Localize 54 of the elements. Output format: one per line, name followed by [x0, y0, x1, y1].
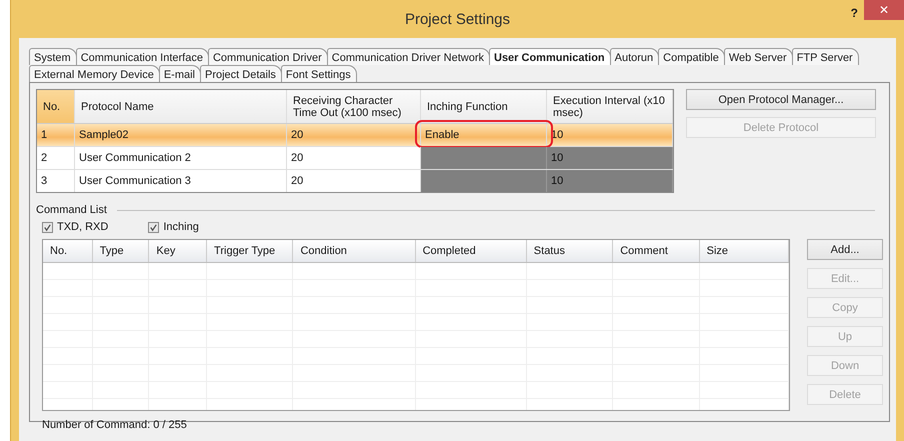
tab[interactable]: FTP Server: [792, 48, 859, 65]
checkbox-box[interactable]: [148, 222, 160, 232]
table-cell: 10: [547, 147, 673, 169]
column-header[interactable]: Comment: [613, 240, 700, 262]
tab[interactable]: User Communication: [489, 48, 611, 65]
tab[interactable]: System: [29, 48, 77, 65]
table-cell: User Communication 3: [75, 170, 287, 192]
tab[interactable]: Compatible: [658, 48, 725, 65]
tab[interactable]: Autorun: [610, 48, 660, 65]
table-cell: 10: [547, 170, 673, 192]
table-cell: 20: [287, 124, 421, 146]
column-header[interactable]: Trigger Type: [207, 240, 294, 262]
column-header[interactable]: Status: [526, 240, 614, 262]
check-icon: [43, 222, 52, 232]
command-button[interactable]: Add...: [807, 239, 883, 260]
command-count: Number of Command: 0 / 255: [42, 419, 188, 431]
table-cell: Enable: [421, 124, 547, 146]
checkbox-label: Inching: [163, 221, 199, 233]
column-header[interactable]: No.: [37, 90, 75, 123]
tab[interactable]: Web Server: [724, 48, 793, 65]
tab[interactable]: Communication Driver Network: [326, 48, 490, 65]
tab[interactable]: Font Settings: [280, 65, 357, 82]
checkbox-label: TXD, RXD: [57, 221, 108, 233]
tab[interactable]: E-mail: [158, 65, 201, 82]
column-header[interactable]: Size: [700, 240, 789, 262]
table-cell: 2: [37, 147, 75, 169]
checkbox[interactable]: Inching: [148, 221, 199, 233]
column-header[interactable]: Key: [149, 240, 208, 262]
column-header[interactable]: Protocol Name: [75, 90, 287, 123]
column-header[interactable]: Inching Function: [421, 90, 547, 123]
table-cell: 1: [37, 124, 75, 146]
column-header[interactable]: Completed: [416, 240, 527, 262]
column-header[interactable]: Type: [92, 240, 150, 262]
table-cell: Sample02: [75, 124, 287, 146]
checkbox[interactable]: TXD, RXD: [42, 221, 108, 233]
checkbox-box[interactable]: [42, 222, 53, 232]
column-header[interactable]: Receiving Character Time Out (x100 msec): [287, 90, 421, 123]
tab[interactable]: Communication Interface: [76, 48, 209, 65]
column-header[interactable]: Condition: [293, 240, 416, 262]
table-row[interactable]: 3 User Communication 3 20 10: [37, 170, 673, 192]
tab[interactable]: External Memory Device: [29, 65, 160, 82]
check-icon: [149, 222, 158, 232]
table-row[interactable]: 2 User Communication 2 20 10: [37, 147, 673, 170]
tab[interactable]: Communication Driver: [208, 48, 328, 65]
protocol-button[interactable]: Open Protocol Manager...: [686, 89, 876, 110]
column-header[interactable]: No.: [43, 240, 93, 262]
group-title: Command List: [36, 204, 107, 216]
table-cell: User Communication 2: [75, 147, 287, 169]
tab[interactable]: Project Details: [200, 65, 282, 82]
close-button[interactable]: ✕: [864, 0, 904, 20]
column-header[interactable]: Execution Interval (x10 msec): [547, 90, 673, 123]
window-title: Project Settings: [404, 10, 510, 28]
help-button[interactable]: ?: [846, 6, 862, 20]
table-cell: 3: [37, 170, 75, 192]
